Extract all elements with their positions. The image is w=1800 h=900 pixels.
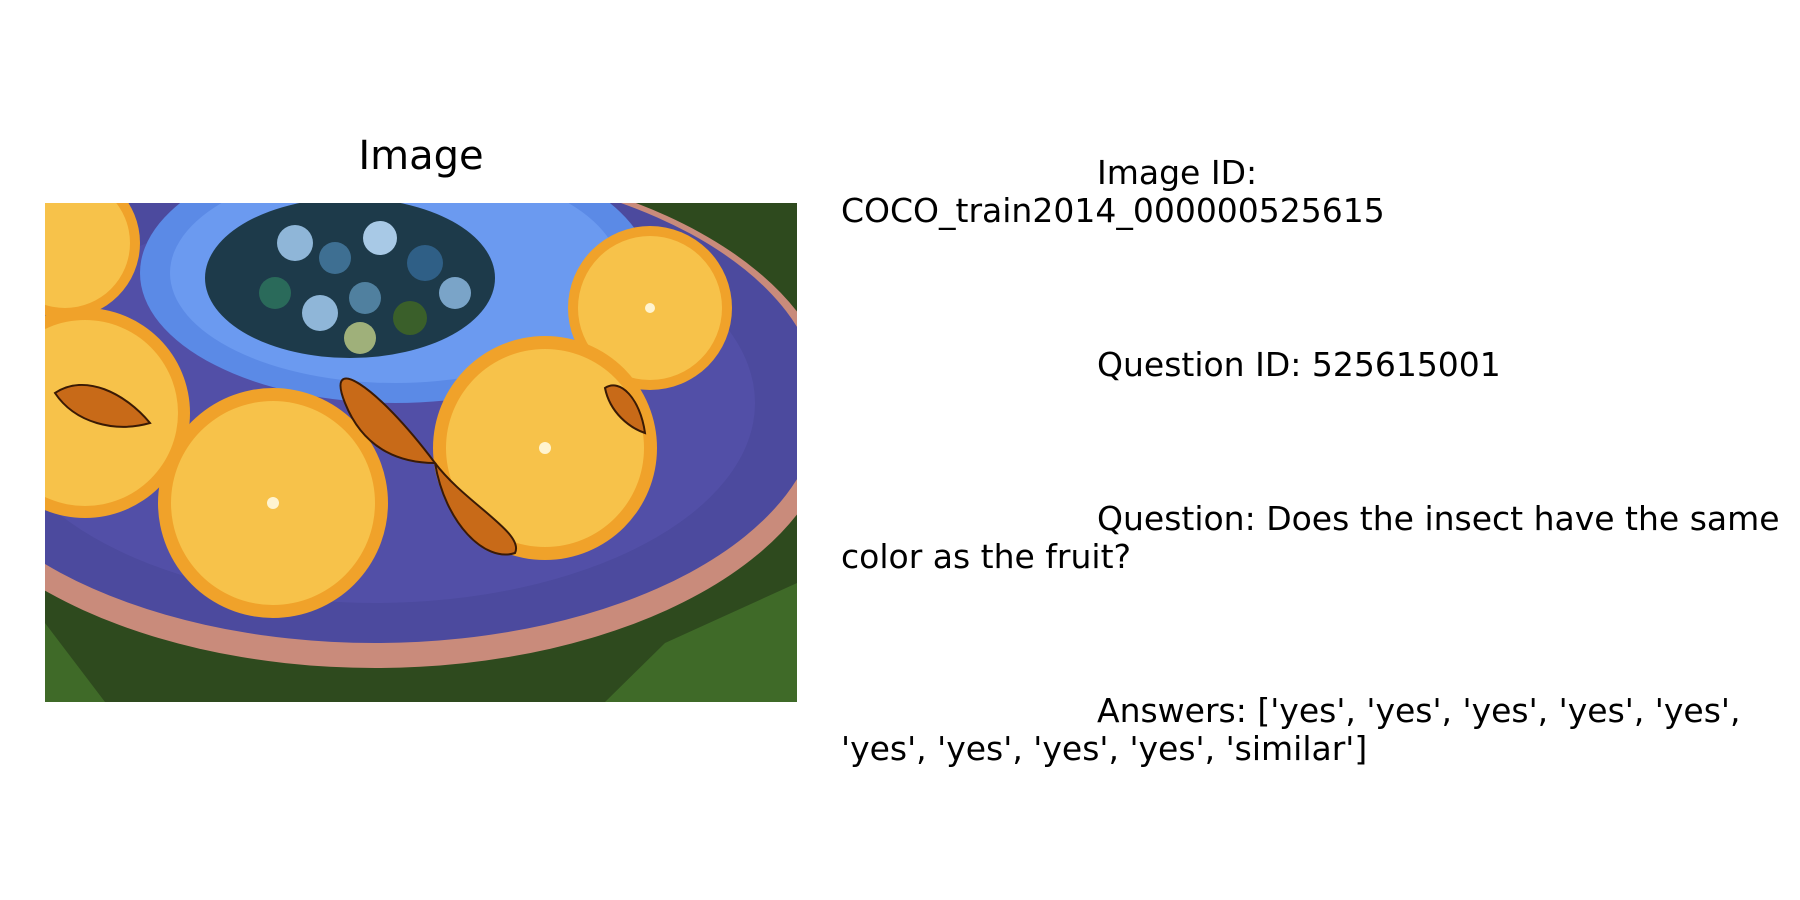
photo-icon — [45, 203, 797, 702]
image-id-label: Image ID: — [1097, 153, 1258, 192]
question-id: Question ID: 525615001 — [1097, 345, 1501, 384]
question-text: Question: Does the insect have the same — [1097, 499, 1780, 538]
photo — [45, 203, 797, 702]
answers-list-continued: 'yes', 'yes', 'yes', 'yes', 'similar'] — [841, 729, 1368, 768]
image-panel-title: Image — [358, 133, 484, 179]
question-text-continued: color as the fruit? — [841, 537, 1132, 576]
question-info: Image ID: COCO_train2014_000000525615 Que… — [841, 78, 1791, 846]
answers-list: Answers: ['yes', 'yes', 'yes', 'yes', 'y… — [1097, 691, 1741, 730]
image-id-value: COCO_train2014_000000525615 — [841, 191, 1385, 230]
